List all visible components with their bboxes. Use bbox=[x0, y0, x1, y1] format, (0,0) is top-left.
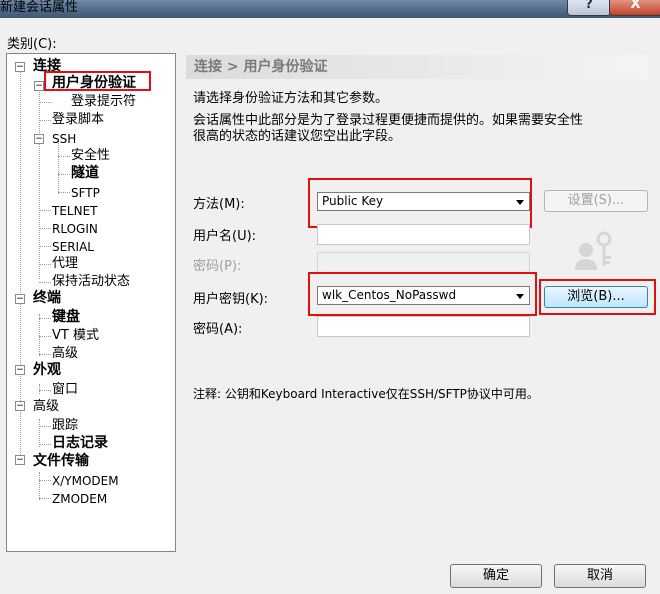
description-primary: 请选择身份验证方法和其它参数。 bbox=[193, 91, 389, 106]
tree-item-login-script[interactable]: 登录脚本 bbox=[52, 112, 104, 128]
method-label: 方法(M): bbox=[193, 197, 245, 212]
tree-item-zmodem[interactable]: ZMODEM bbox=[52, 491, 107, 507]
close-button[interactable]: X bbox=[609, 0, 660, 16]
window-title: 新建会话属性 bbox=[0, 0, 79, 15]
tree-item-tunnel[interactable]: 隧道 bbox=[71, 165, 99, 181]
tree-item-proxy[interactable]: 代理 bbox=[52, 256, 78, 272]
password-input[interactable] bbox=[317, 252, 530, 273]
toggle-appearance[interactable]: − bbox=[15, 365, 25, 375]
toggle-advanced[interactable]: − bbox=[15, 401, 25, 411]
section-header: 连接 > 用户身份验证 bbox=[186, 55, 648, 79]
passphrase-input[interactable] bbox=[317, 316, 530, 337]
tree-item-keyboard[interactable]: 键盘 bbox=[52, 309, 80, 325]
tree-item-telnet[interactable]: TELNET bbox=[52, 203, 98, 219]
cancel-button[interactable]: 取消 bbox=[554, 564, 646, 588]
toggle-auth[interactable]: − bbox=[34, 81, 44, 91]
username-input[interactable] bbox=[317, 224, 530, 245]
ok-button[interactable]: 确定 bbox=[450, 564, 542, 588]
password-label: 密码(P): bbox=[193, 259, 242, 274]
highlight-auth-item bbox=[44, 71, 151, 91]
tree-item-logging[interactable]: 日志记录 bbox=[52, 435, 108, 451]
tree-item-terminal[interactable]: 终端 bbox=[33, 290, 61, 306]
toggle-terminal[interactable]: − bbox=[15, 294, 25, 304]
tree-item-window[interactable]: 窗口 bbox=[52, 382, 78, 398]
user-key-icon bbox=[575, 231, 612, 270]
tree-item-rlogin[interactable]: RLOGIN bbox=[52, 221, 98, 237]
tree-item-security[interactable]: 安全性 bbox=[71, 148, 110, 164]
userkey-label: 用户密钥(K): bbox=[193, 292, 269, 307]
tree-item-advanced-terminal[interactable]: 高级 bbox=[52, 346, 78, 362]
toggle-ssh[interactable]: − bbox=[34, 134, 44, 144]
description-line-2: 很高的状态的话建议您空出此字段。 bbox=[193, 129, 402, 144]
highlight-browse bbox=[539, 279, 656, 315]
toggle-connection[interactable]: − bbox=[15, 62, 25, 72]
help-button[interactable]: ? bbox=[567, 0, 611, 16]
highlight-userkey bbox=[308, 272, 537, 316]
tree-item-vt-mode[interactable]: VT 模式 bbox=[52, 328, 99, 344]
highlight-method bbox=[308, 178, 532, 228]
settings-button[interactable]: 设置(S)... bbox=[544, 190, 648, 212]
tree-item-serial[interactable]: SERIAL bbox=[52, 239, 94, 255]
tree-item-tracking[interactable]: 跟踪 bbox=[52, 418, 78, 434]
protocol-note: 注释: 公钥和Keyboard Interactive仅在SSH/SFTP协议中… bbox=[193, 387, 539, 401]
tree-item-keepalive[interactable]: 保持活动状态 bbox=[52, 274, 130, 290]
tree-item-advanced[interactable]: 高级 bbox=[33, 399, 59, 415]
title-bar bbox=[0, 0, 660, 18]
category-tree[interactable]: − − − − − − − 连接 用户身份验证 登录提示符 登录脚本 SSH 安… bbox=[6, 53, 176, 552]
tree-item-file-transfer[interactable]: 文件传输 bbox=[33, 453, 89, 469]
tree-item-sftp[interactable]: SFTP bbox=[71, 185, 100, 201]
username-label: 用户名(U): bbox=[193, 229, 257, 244]
toggle-file-transfer[interactable]: − bbox=[15, 455, 25, 465]
tree-item-appearance[interactable]: 外观 bbox=[33, 362, 61, 378]
tree-item-login-prompt[interactable]: 登录提示符 bbox=[71, 94, 136, 110]
passphrase-label: 密码(A): bbox=[193, 322, 243, 337]
tree-item-xymodem[interactable]: X/YMODEM bbox=[52, 473, 119, 489]
category-label: 类别(C): bbox=[7, 37, 57, 52]
tree-item-ssh[interactable]: SSH bbox=[52, 131, 76, 147]
